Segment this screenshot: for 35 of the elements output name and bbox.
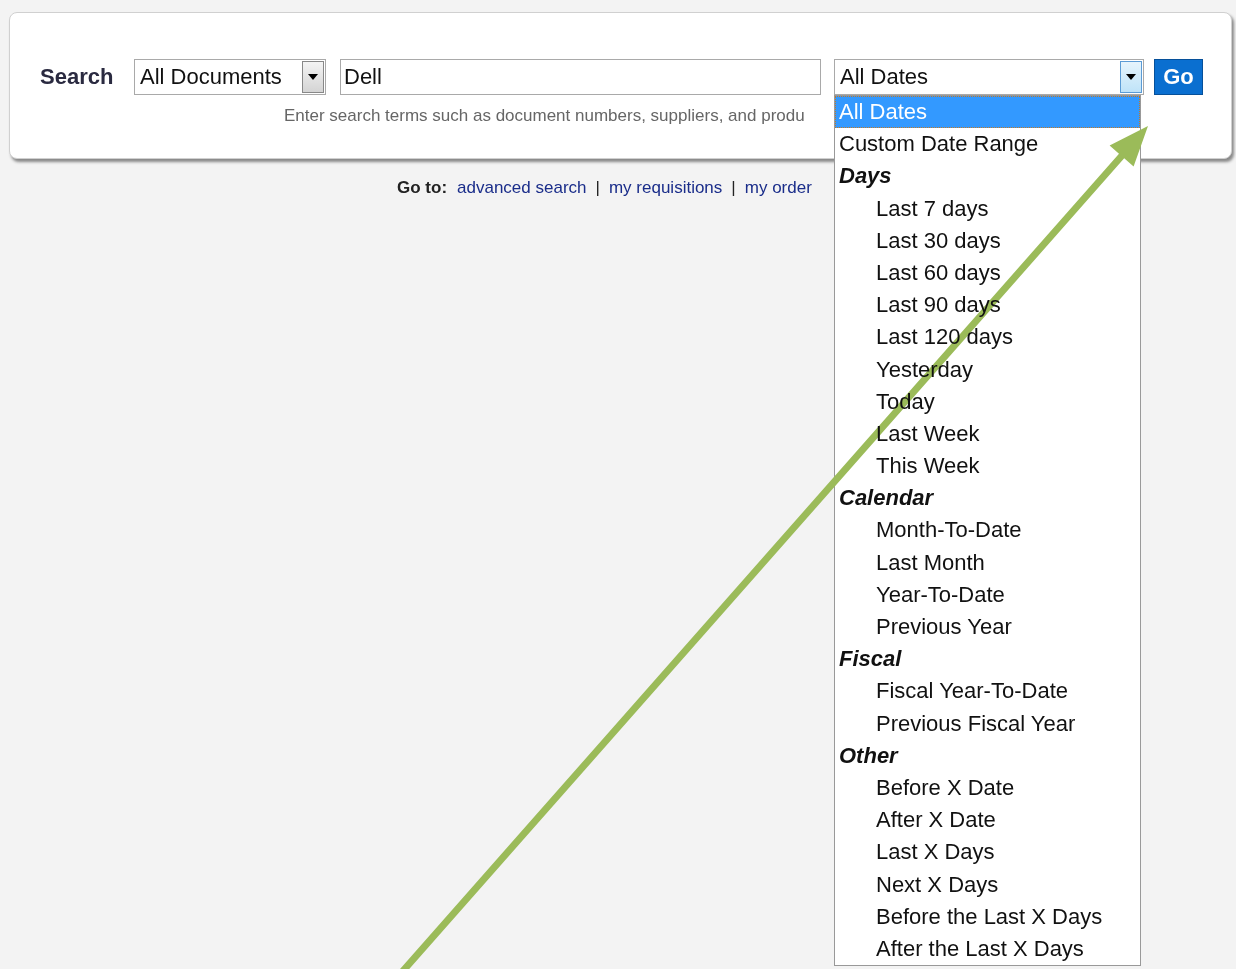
search-field[interactable]: Dell — [340, 59, 821, 95]
search-hint: Enter search terms such as document numbers, suppliers, and produ — [284, 106, 805, 126]
nav-link[interactable]: my requisitions — [608, 178, 723, 198]
menu-option[interactable]: Last Week — [835, 417, 982, 451]
menu-option[interactable]: Before X Date — [835, 771, 1017, 805]
menu-option[interactable]: Month-To-Date — [835, 514, 1024, 547]
menu-option[interactable]: After the Last X Days — [835, 932, 1086, 966]
menu-option[interactable]: Last 30 days — [835, 224, 1003, 257]
menu-option[interactable]: Previous Year — [835, 611, 1014, 644]
nav-link[interactable]: advanced search — [457, 178, 587, 198]
menu-option[interactable]: Last 120 days — [835, 321, 1015, 354]
menu-option[interactable]: Before the Last X Days — [835, 900, 1105, 933]
menu-option[interactable]: After X Date — [835, 804, 998, 837]
separator: | — [595, 178, 600, 198]
menu-group-heading: Calendar — [838, 484, 935, 513]
menu-option[interactable]: Year-To-Date — [835, 578, 1007, 611]
separator: | — [731, 178, 736, 198]
date-range-select[interactable]: All Dates — [834, 59, 1144, 95]
goto-label: Go to: — [397, 178, 448, 198]
menu-option[interactable]: Last Month — [835, 546, 987, 579]
document-type-select[interactable]: All Documents — [134, 59, 326, 95]
nav-link[interactable]: my order — [744, 178, 812, 198]
menu-option[interactable]: Last X Days — [835, 836, 997, 869]
menu-option[interactable]: Custom Date Range — [835, 128, 1041, 161]
menu-option[interactable]: This Week — [835, 450, 982, 483]
menu-option[interactable]: Last 60 days — [835, 256, 1003, 290]
menu-group-heading: Other — [838, 741, 900, 770]
menu-option[interactable]: Last 7 days — [835, 192, 991, 225]
menu-group-heading: Fiscal — [838, 645, 903, 674]
search-label: Search — [40, 64, 115, 90]
menu-option[interactable]: Fiscal Year-To-Date — [835, 675, 1070, 708]
menu-option[interactable]: Previous Fiscal Year — [835, 707, 1078, 740]
menu-option[interactable]: Next X Days — [835, 868, 1001, 901]
menu-group-heading: Days — [838, 162, 893, 191]
go-button[interactable]: Go — [1154, 59, 1203, 95]
